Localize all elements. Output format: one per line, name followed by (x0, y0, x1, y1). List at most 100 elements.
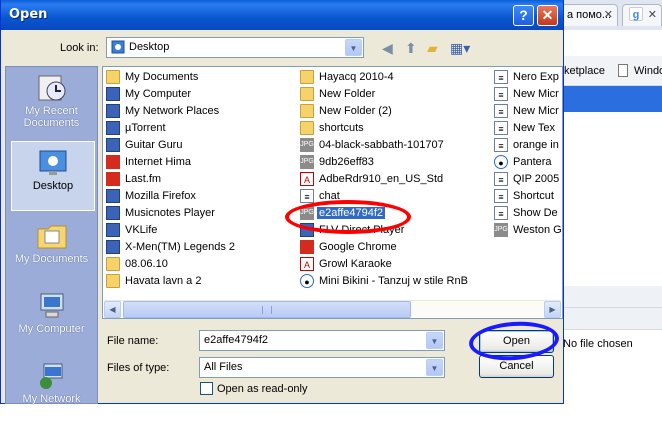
file-item[interactable]: ≡ New Tex (491, 120, 563, 137)
read-only-checkbox[interactable] (200, 382, 213, 395)
place-my-computer[interactable]: My Computer (6, 285, 97, 355)
look-in-label: Look in: (60, 42, 99, 54)
file-item[interactable]: A Growl Karaoke (297, 256, 492, 273)
bookmark-windows[interactable]: Windo (634, 65, 662, 77)
file-item[interactable]: ≡ QIP 2005 (491, 171, 563, 188)
file-item[interactable]: µTorrent (103, 120, 298, 137)
my-network-icon (39, 363, 62, 389)
file-item-name: New Micr (513, 105, 559, 117)
place-label: My Documents (14, 253, 89, 265)
app-file-icon (106, 121, 120, 135)
file-item[interactable]: My Computer (103, 86, 298, 103)
file-item-name: Havata lavn a 2 (125, 275, 202, 287)
file-item[interactable]: New Folder (2) (297, 103, 492, 120)
file-item-name: New Folder (319, 88, 376, 100)
doc-file-icon: ≡ (494, 206, 508, 220)
app-file-icon (106, 138, 120, 152)
file-item-name: Musicnotes Player (125, 207, 215, 219)
place-my-documents[interactable]: My Documents (6, 215, 97, 285)
file-item[interactable]: X-Men(TM) Legends 2 (103, 239, 298, 256)
file-item-name: Growl Karaoke (319, 258, 392, 270)
doc-file-icon: ≡ (494, 87, 508, 101)
doc-file-icon: ≡ (494, 70, 508, 84)
file-item[interactable]: 08.06.10 (103, 256, 298, 273)
file-item[interactable]: ≡ Nero Exp (491, 69, 563, 86)
file-name-label: File name: (107, 335, 159, 347)
scroll-right-icon[interactable]: ▶ (544, 301, 561, 318)
pdf-file-icon: A (300, 257, 314, 271)
back-icon[interactable]: ◀ (382, 40, 393, 57)
my-computer-icon (40, 293, 63, 318)
place-my-recent-documents[interactable]: My Recent Documents (6, 67, 97, 137)
file-item[interactable]: Google Chrome (297, 239, 492, 256)
file-item[interactable]: New Folder (297, 86, 492, 103)
file-item[interactable]: JPG 04-black-sabbath-101707 (297, 137, 492, 154)
jpg-file-icon: JPG (494, 223, 508, 237)
file-item[interactable]: ● Pantera (491, 154, 563, 171)
chevron-down-icon[interactable]: ▼ (345, 39, 362, 56)
tab-close-icon[interactable]: ✕ (648, 8, 657, 21)
file-item-name: Mini Bikini - Tanzuj w stile RnB (319, 275, 468, 287)
view-menu-icon[interactable]: ▦▾ (450, 40, 470, 57)
scroll-thumb[interactable] (123, 301, 411, 318)
place-desktop[interactable]: Desktop (11, 141, 95, 211)
file-item[interactable]: VKLife (103, 222, 298, 239)
title-bar[interactable]: Open ? ✕ (1, 0, 563, 30)
file-list[interactable]: My Documents My Computer My Network Places… (102, 66, 563, 319)
place-my-network[interactable]: My Network (6, 355, 97, 425)
file-item[interactable]: Musicnotes Player (103, 205, 298, 222)
file-item[interactable]: ≡ Show De (491, 205, 563, 222)
browser-tab-2[interactable]: g ✕ (622, 4, 662, 26)
file-item[interactable]: Hayacq 2010-4 (297, 69, 492, 86)
file-item[interactable]: JPG Weston G (491, 222, 563, 239)
files-of-type-dropdown[interactable]: All Files ▼ (199, 357, 445, 378)
files-of-type-value: All Files (204, 361, 243, 373)
file-item[interactable]: ● Mini Bikini - Tanzuj w stile RnB (297, 273, 492, 290)
browser-tab-1[interactable]: а помо... ✕ (560, 4, 618, 26)
bookmarks-bar: ketplace Windo (556, 56, 662, 86)
folder-file-icon (300, 70, 314, 84)
file-item[interactable]: Havata lavn a 2 (103, 273, 298, 290)
file-item[interactable]: ≡ orange in (491, 137, 563, 154)
up-folder-icon[interactable]: ⬆ (405, 40, 417, 57)
file-item[interactable]: My Documents (103, 69, 298, 86)
folder-file-icon (300, 121, 314, 135)
file-item[interactable]: JPG 9db26eff83 (297, 154, 492, 171)
file-item[interactable]: ≡ Shortcut (491, 188, 563, 205)
file-item[interactable]: Guitar Guru (103, 137, 298, 154)
close-button[interactable]: ✕ (537, 5, 558, 26)
file-item[interactable]: My Network Places (103, 103, 298, 120)
horizontal-scrollbar[interactable]: ◀ ▶ (104, 300, 561, 318)
file-item-name: shortcuts (319, 122, 364, 134)
page-row (556, 308, 662, 330)
chevron-down-icon[interactable]: ▼ (426, 332, 443, 349)
file-item-name: Guitar Guru (125, 139, 183, 151)
file-item[interactable]: ≡ New Micr (491, 103, 563, 120)
folder-file-icon (300, 87, 314, 101)
file-column-2: Hayacq 2010-4 New Folder New Folder (2) sho… (297, 69, 492, 290)
place-label: My Computer (18, 323, 85, 335)
new-folder-icon[interactable]: ▰ (427, 40, 438, 57)
red-file-icon (300, 240, 314, 254)
tab-close-icon[interactable]: ✕ (604, 8, 613, 21)
scroll-left-icon[interactable]: ◀ (104, 301, 121, 318)
file-item[interactable]: Last.fm (103, 171, 298, 188)
file-item-name: X-Men(TM) Legends 2 (125, 241, 236, 253)
file-item[interactable]: Mozilla Firefox (103, 188, 298, 205)
look-in-dropdown[interactable]: Desktop ▼ (106, 37, 364, 58)
file-item-name: 04-black-sabbath-101707 (319, 139, 444, 151)
file-item-name: VKLife (125, 224, 158, 236)
bookmark-marketplace[interactable]: ketplace (564, 65, 605, 77)
file-name-input[interactable]: e2affe4794f2 ▼ (199, 330, 445, 351)
help-button[interactable]: ? (513, 5, 534, 26)
chevron-down-icon[interactable]: ▼ (426, 359, 443, 376)
file-item[interactable]: shortcuts (297, 120, 492, 137)
file-item-name: My Network Places (125, 105, 220, 117)
doc-file-icon: ≡ (494, 138, 508, 152)
app-file-icon (106, 223, 120, 237)
file-item[interactable]: Internet Hima (103, 154, 298, 171)
pdf-file-icon: A (300, 172, 314, 186)
file-item[interactable]: A AdbeRdr910_en_US_Std (297, 171, 492, 188)
folder-file-icon (106, 70, 120, 84)
file-item[interactable]: ≡ New Micr (491, 86, 563, 103)
